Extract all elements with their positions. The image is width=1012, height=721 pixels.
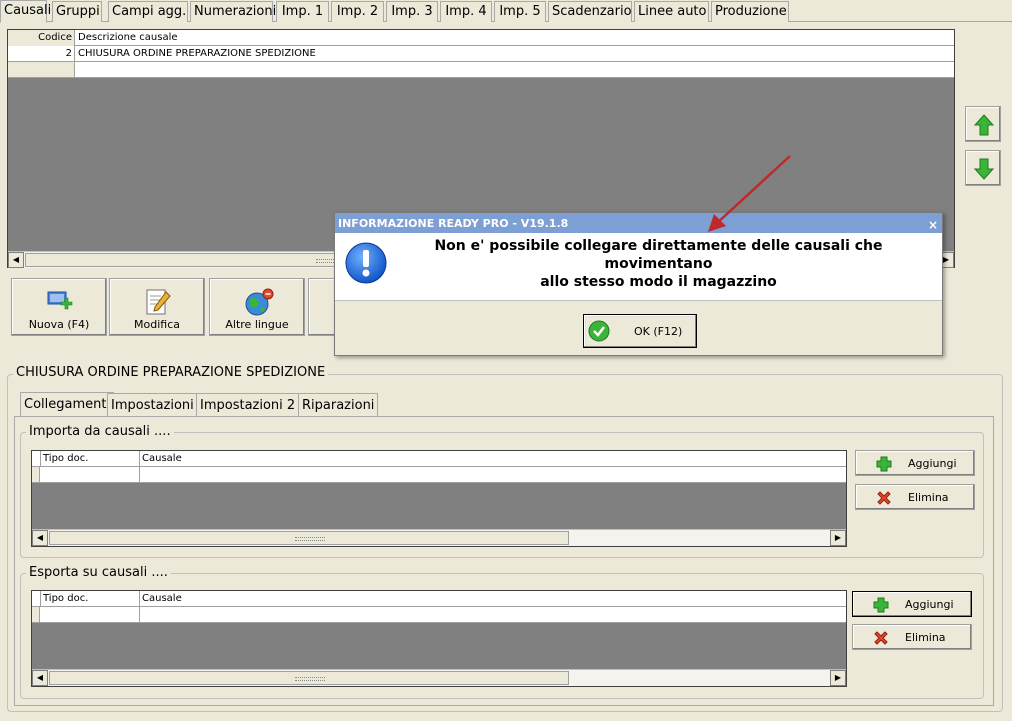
tab-scadenzario[interactable]: Scadenzario: [548, 1, 632, 22]
dialog-title: INFORMAZIONE READY PRO - V19.1.8: [338, 217, 569, 230]
nuova-label: Nuova (F4): [28, 318, 90, 331]
table-row-empty[interactable]: [32, 607, 846, 623]
scroll-thumb[interactable]: [49, 671, 569, 685]
scroll-left-button[interactable]: ◀: [32, 530, 48, 546]
delete-x-icon: [877, 491, 891, 505]
nuova-button[interactable]: Nuova (F4): [11, 278, 107, 336]
dialog-message-line-2: allo stesso modo il magazzino: [540, 274, 777, 290]
tab-produzione[interactable]: Produzione: [711, 1, 789, 22]
info-exclamation-icon: [345, 242, 387, 284]
importa-grid-hscrollbar[interactable]: ◀ ▶: [32, 529, 846, 546]
scroll-thumb[interactable]: [49, 531, 569, 545]
tab-gruppi[interactable]: Gruppi: [52, 1, 102, 22]
tab-numerazioni[interactable]: Numerazioni: [190, 1, 276, 22]
arrow-up-icon: [974, 114, 994, 136]
importa-grid[interactable]: Tipo doc. Causale ◀ ▶: [31, 450, 847, 547]
cell-descrizione: CHIUSURA ORDINE PREPARAZIONE SPEDIZIONE: [78, 48, 316, 59]
tab-causali[interactable]: Causali: [0, 0, 51, 23]
info-dialog: INFORMAZIONE READY PRO - V19.1.8 × Non e…: [334, 212, 943, 356]
column-header-tipo-doc[interactable]: Tipo doc.: [40, 591, 140, 607]
esporta-grid-header: Tipo doc. Causale: [32, 591, 846, 607]
column-header-tipo-doc[interactable]: Tipo doc.: [40, 451, 140, 467]
altre-lingue-button[interactable]: Altre lingue: [209, 278, 305, 336]
scroll-left-button[interactable]: ◀: [8, 252, 24, 268]
scroll-right-button[interactable]: ▶: [830, 670, 846, 686]
tab-imp-5[interactable]: Imp. 5: [494, 1, 546, 22]
table-row[interactable]: 2 CHIUSURA ORDINE PREPARAZIONE SPEDIZION…: [8, 46, 954, 62]
plus-icon: [876, 456, 892, 472]
tab-imp-1[interactable]: Imp. 1: [276, 1, 329, 22]
dialog-footer: OK (F12): [335, 300, 942, 355]
move-down-button[interactable]: [965, 150, 1001, 186]
column-header-codice[interactable]: Codice: [8, 30, 75, 46]
move-up-button[interactable]: [965, 106, 1001, 142]
tab-riparazioni[interactable]: Riparazioni: [298, 393, 379, 416]
tab-imp-2[interactable]: Imp. 2: [331, 1, 384, 22]
table-row-empty[interactable]: [8, 62, 954, 78]
tab-imp-3[interactable]: Imp. 3: [386, 1, 438, 22]
esporta-legend: Esporta su causali ....: [26, 565, 171, 580]
cell-codice: 2: [8, 46, 75, 62]
row-header: [8, 62, 75, 77]
ok-button[interactable]: OK (F12): [583, 314, 697, 348]
modifica-button[interactable]: Modifica: [109, 278, 205, 336]
column-header-descrizione[interactable]: Descrizione causale: [76, 30, 676, 46]
edit-document-icon: [146, 289, 171, 315]
annotation-arrow-icon: [708, 155, 791, 232]
delete-x-icon: [874, 631, 888, 645]
causali-grid-header: Codice Descrizione causale: [8, 30, 954, 46]
tab-campi-agg[interactable]: Campi agg.: [108, 1, 188, 22]
esporta-aggiungi-button[interactable]: Aggiungi: [852, 591, 972, 617]
importa-elimina-button[interactable]: Elimina: [855, 484, 975, 510]
row-header: [32, 607, 40, 622]
globe-icon: [245, 288, 274, 316]
elimina-label: Elimina: [908, 491, 949, 504]
tab-collegamenti[interactable]: Collegamenti: [20, 392, 115, 417]
scroll-left-button[interactable]: ◀: [32, 670, 48, 686]
altre-lingue-label: Altre lingue: [225, 318, 289, 331]
elimina-label: Elimina: [905, 631, 946, 644]
dialog-message-line-1: Non e' possibile collegare direttamente …: [434, 238, 883, 272]
importa-aggiungi-button[interactable]: Aggiungi: [855, 450, 975, 476]
ok-label: OK (F12): [634, 325, 683, 338]
main-tab-bar: Causali Gruppi Campi agg. Numerazioni Im…: [0, 0, 1012, 23]
tab-impostazioni-2[interactable]: Impostazioni 2: [196, 393, 300, 416]
importa-legend: Importa da causali ....: [26, 424, 174, 439]
importa-grid-header: Tipo doc. Causale: [32, 451, 846, 467]
plus-icon: [873, 597, 889, 613]
check-icon: [588, 320, 610, 342]
esporta-elimina-button[interactable]: Elimina: [852, 624, 972, 650]
esporta-grid-hscrollbar[interactable]: ◀ ▶: [32, 669, 846, 686]
tab-imp-4[interactable]: Imp. 4: [440, 1, 492, 22]
aggiungi-label: Aggiungi: [908, 457, 957, 470]
causale-detail-title: CHIUSURA ORDINE PREPARAZIONE SPEDIZIONE: [13, 365, 329, 380]
dialog-message: Non e' possibile collegare direttamente …: [385, 237, 932, 291]
column-header-causale[interactable]: Causale: [139, 451, 439, 467]
tab-impostazioni[interactable]: Impostazioni: [107, 393, 198, 416]
column-header-causale[interactable]: Causale: [139, 591, 439, 607]
modifica-label: Modifica: [134, 318, 180, 331]
tab-linee-auto[interactable]: Linee auto: [634, 1, 709, 22]
arrow-down-icon: [974, 158, 994, 180]
new-record-icon: [47, 291, 73, 310]
scroll-right-button[interactable]: ▶: [830, 530, 846, 546]
dialog-title-bar: INFORMAZIONE READY PRO - V19.1.8 ×: [335, 213, 942, 233]
aggiungi-label: Aggiungi: [905, 598, 954, 611]
close-icon[interactable]: ×: [928, 215, 938, 236]
table-row-empty[interactable]: [32, 467, 846, 483]
row-header: [32, 467, 40, 482]
esporta-grid[interactable]: Tipo doc. Causale ◀ ▶: [31, 590, 847, 687]
